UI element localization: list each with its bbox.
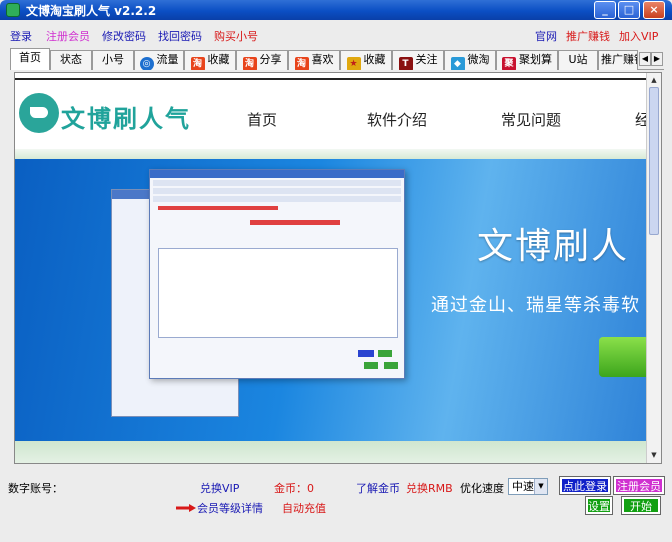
web-scrollbar[interactable]: ▲ ▼ bbox=[646, 73, 661, 463]
login-link[interactable]: 登录 bbox=[10, 28, 32, 44]
promote-earn-link[interactable]: 推广赚钱 bbox=[566, 28, 610, 44]
tab-scroll-right-icon[interactable]: ▶ bbox=[651, 52, 663, 66]
t-icon: T bbox=[398, 57, 413, 70]
banner-screenshot bbox=[149, 169, 405, 379]
member-levels-link[interactable]: 会员等级详情 bbox=[197, 500, 263, 516]
login-here-button[interactable]: 点此登录 bbox=[559, 476, 611, 495]
scroll-up-icon[interactable]: ▲ bbox=[648, 74, 660, 86]
title-bar[interactable]: 文博淘宝刷人气 v2.2.2 _ □ × bbox=[0, 0, 672, 20]
tab-ustation[interactable]: U站 bbox=[558, 50, 598, 70]
tab-juhuasuan[interactable]: 聚聚划算 bbox=[496, 50, 558, 70]
chevron-down-icon: ▼ bbox=[534, 479, 547, 494]
minimize-button[interactable]: _ bbox=[594, 1, 616, 19]
juhuasuan-icon: 聚 bbox=[502, 57, 516, 70]
header-band bbox=[15, 149, 647, 159]
site-header: 文博刷人气 首页 软件介绍 常见问题 经 bbox=[15, 81, 650, 149]
web-view[interactable]: 文博刷人气 首页 软件介绍 常见问题 经 文博刷人 通过金山、瑞星等杀毒软 ▲ … bbox=[14, 72, 662, 464]
join-vip-link[interactable]: 加入VIP bbox=[619, 28, 658, 44]
recover-password-link[interactable]: 找回密码 bbox=[158, 28, 202, 44]
site-top-line bbox=[15, 78, 647, 80]
diamond-icon: ◆ bbox=[450, 57, 465, 70]
bottom-band bbox=[15, 441, 647, 463]
tab-follow[interactable]: T 关注 bbox=[392, 50, 444, 70]
star-icon: ★ bbox=[346, 57, 361, 70]
window-title: 文博淘宝刷人气 v2.2.2 bbox=[26, 4, 157, 18]
learn-gold-link[interactable]: 了解金币 bbox=[356, 480, 400, 496]
tab-bar: 首页 状态 小号 ◎ 流量 淘收藏 淘分享 淘喜欢 ★ 收藏 T 关注 ◆ 微淘 聚聚划… bbox=[10, 48, 664, 70]
tab-promote[interactable]: 推广赚钱 bbox=[598, 50, 638, 70]
banner-subtitle: 通过金山、瑞星等杀毒软 bbox=[431, 295, 640, 316]
start-button[interactable]: 开始 bbox=[621, 496, 661, 515]
tab-accounts[interactable]: 小号 bbox=[92, 50, 134, 70]
site-logo-text[interactable]: 文博刷人气 bbox=[61, 99, 191, 134]
banner-download-button[interactable] bbox=[599, 337, 647, 377]
auto-recharge-link[interactable]: 自动充值 bbox=[282, 500, 326, 516]
gold-count: 金币：0 bbox=[274, 482, 314, 495]
tab-weitao[interactable]: ◆ 微淘 bbox=[444, 50, 496, 70]
official-site-link[interactable]: 官网 bbox=[535, 28, 557, 44]
site-nav-home[interactable]: 首页 bbox=[247, 109, 277, 130]
tab-status[interactable]: 状态 bbox=[50, 50, 92, 70]
scroll-down-icon[interactable]: ▼ bbox=[648, 449, 660, 461]
tab-like[interactable]: 淘喜欢 bbox=[288, 50, 340, 70]
settings-button[interactable]: 设置 bbox=[585, 496, 613, 515]
tab-collect[interactable]: ★ 收藏 bbox=[340, 50, 392, 70]
scroll-thumb[interactable] bbox=[649, 87, 659, 235]
register-member-button[interactable]: 注册会员 bbox=[613, 476, 665, 495]
tab-traffic[interactable]: ◎ 流量 bbox=[134, 50, 184, 70]
app-icon bbox=[6, 3, 20, 17]
banner-title: 文博刷人 bbox=[477, 226, 630, 267]
tab-favorite[interactable]: 淘收藏 bbox=[184, 50, 236, 70]
site-nav-faq[interactable]: 常见问题 bbox=[501, 109, 561, 130]
arrow-right-icon bbox=[176, 504, 196, 512]
logo-bird-icon bbox=[19, 93, 59, 133]
top-menu: 登录 注册会员 修改密码 找回密码 购买小号 官网 推广赚钱 加入VIP bbox=[0, 20, 672, 48]
register-link[interactable]: 注册会员 bbox=[46, 28, 90, 44]
taobao-icon: 淘 bbox=[294, 57, 309, 70]
taobao-icon: 淘 bbox=[242, 57, 257, 70]
close-button[interactable]: × bbox=[643, 1, 665, 19]
tab-share[interactable]: 淘分享 bbox=[236, 50, 288, 70]
change-password-link[interactable]: 修改密码 bbox=[102, 28, 146, 44]
buy-account-link[interactable]: 购买小号 bbox=[214, 28, 258, 44]
site-nav-intro[interactable]: 软件介绍 bbox=[367, 109, 427, 130]
tab-home[interactable]: 首页 bbox=[10, 48, 50, 70]
maximize-button[interactable]: □ bbox=[618, 1, 640, 19]
speed-select[interactable]: 中速 ▼ bbox=[508, 478, 548, 495]
tab-scroll-left-icon[interactable]: ◀ bbox=[639, 52, 651, 66]
account-label: 数字账号： bbox=[8, 482, 63, 495]
globe-icon: ◎ bbox=[139, 57, 154, 70]
site-banner[interactable]: 文博刷人 通过金山、瑞星等杀毒软 bbox=[15, 159, 647, 441]
exchange-rmb-link[interactable]: 兑换RMB bbox=[406, 480, 453, 496]
exchange-vip-link[interactable]: 兑换VIP bbox=[200, 480, 239, 496]
optimize-speed-label: 优化速度 bbox=[460, 482, 504, 495]
taobao-icon: 淘 bbox=[190, 57, 205, 70]
